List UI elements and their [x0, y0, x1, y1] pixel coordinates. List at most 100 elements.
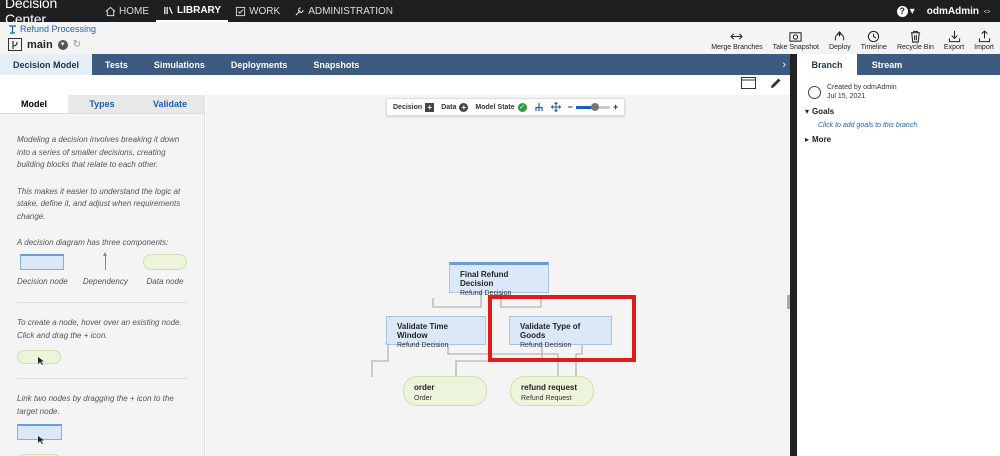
decision-node-final[interactable]: Final Refund Decision Refund Decision	[449, 262, 549, 297]
tab-branch[interactable]: Branch	[797, 54, 857, 75]
wrench-icon	[295, 6, 304, 16]
tab-stream[interactable]: Stream	[857, 54, 917, 75]
help-paragraph: This makes it easier to understand the l…	[17, 186, 181, 221]
legend-data-label: Data node	[146, 276, 184, 286]
created-info: Created by odmAdmin Jul 15, 2021	[808, 83, 992, 101]
export-label: Export	[943, 44, 965, 51]
decision-service-icon	[9, 24, 16, 34]
timeline-label: Timeline	[860, 44, 887, 51]
example-decision-node	[17, 424, 62, 444]
home-icon	[105, 6, 116, 16]
recycle-bin-label: Recycle Bin	[896, 44, 934, 51]
download-icon	[948, 30, 960, 43]
import-label: Import	[974, 44, 994, 51]
tab-decision-model[interactable]: Decision Model	[0, 54, 93, 75]
breadcrumb[interactable]: Refund Processing	[8, 24, 96, 34]
nav-library[interactable]: LIBRARY	[156, 0, 229, 22]
upload-icon	[978, 30, 990, 43]
splitter-handle[interactable]	[787, 295, 790, 309]
legend-dependency-label: Dependency	[82, 276, 128, 286]
nav-administration[interactable]: ADMINISTRATION	[287, 0, 400, 22]
help-icon: ?	[896, 5, 908, 17]
help-menu[interactable]: ? ▾	[896, 5, 915, 17]
created-date: Jul 15, 2021	[827, 93, 866, 100]
take-snapshot-label: Take Snapshot	[772, 44, 819, 51]
tab-deployments[interactable]: Deployments	[218, 54, 301, 75]
help-paragraph: To create a node, hover over an existing…	[17, 318, 182, 340]
help-paragraph: A decision diagram has three components:	[17, 238, 169, 247]
legend-decision-label: Decision node	[17, 276, 68, 286]
merge-branches-label: Merge Branches	[711, 44, 763, 51]
top-bar: Decision Center HOME LIBRARY WORK ADMINI…	[0, 0, 1000, 27]
tab-snapshots[interactable]: Snapshots	[300, 54, 372, 75]
chevron-down-icon: ▾	[909, 5, 915, 17]
legend-dependency-arrow	[102, 251, 107, 270]
tab-types[interactable]: Types	[68, 95, 136, 113]
cursor-icon	[38, 357, 44, 365]
nav-home-label: HOME	[119, 5, 149, 17]
window-icon[interactable]	[741, 77, 756, 89]
diagram-canvas[interactable]: Decision + Data + Model State ✓ − + Fina…	[206, 95, 790, 456]
trash-icon	[910, 30, 921, 43]
highlight-box	[488, 295, 636, 362]
decision-node-time-window[interactable]: Validate Time Window Refund Decision	[386, 316, 486, 349]
nav-home[interactable]: HOME	[98, 0, 156, 22]
right-tabs: Branch Stream	[797, 54, 1000, 75]
merge-branches-button[interactable]: Merge Branches	[711, 30, 763, 51]
panel-divider[interactable]	[790, 54, 797, 456]
timeline-button[interactable]: Timeline	[861, 30, 887, 51]
library-icon	[164, 6, 173, 14]
node-subtitle: Refund Request	[521, 395, 572, 402]
deploy-icon	[835, 31, 845, 41]
node-title: Validate Time Window	[397, 322, 448, 340]
clock-icon	[868, 30, 880, 43]
recycle-bin-button[interactable]: Recycle Bin	[897, 30, 934, 51]
node-subtitle: Refund Decision	[397, 342, 449, 349]
collapse-panel-icon[interactable]: ›	[782, 54, 790, 75]
chevron-down-icon: ▾	[805, 107, 810, 116]
import-button[interactable]: Import	[974, 30, 994, 51]
node-title: refund request	[521, 383, 578, 392]
user-name: odmAdmin	[926, 5, 979, 17]
branch-selector[interactable]: main ▾ ↻	[8, 38, 81, 51]
nav-library-label: LIBRARY	[177, 4, 222, 16]
node-subtitle: Order	[414, 395, 432, 402]
legend-decision-node	[20, 253, 65, 270]
user-icon	[808, 86, 821, 99]
tab-tests[interactable]: Tests	[92, 54, 141, 75]
legend-data-node	[143, 253, 187, 270]
example-data-node	[17, 350, 61, 365]
top-nav: HOME LIBRARY WORK ADMINISTRATION	[98, 0, 400, 22]
chevron-down-icon[interactable]: ▾	[57, 39, 68, 50]
more-section-toggle[interactable]: ▸ More	[805, 135, 992, 144]
pencil-icon[interactable]	[770, 77, 782, 89]
export-button[interactable]: Export	[944, 30, 964, 51]
tab-simulations[interactable]: Simulations	[141, 54, 218, 75]
tab-model[interactable]: Model	[0, 95, 68, 113]
nav-administration-label: ADMINISTRATION	[308, 5, 394, 17]
tab-validate[interactable]: Validate	[136, 95, 204, 113]
goals-section-toggle[interactable]: ▾ Goals	[805, 107, 992, 116]
take-snapshot-button[interactable]: Take Snapshot	[773, 30, 819, 51]
created-by: Created by odmAdmin	[827, 84, 897, 91]
deploy-label: Deploy	[828, 44, 851, 51]
refresh-icon[interactable]: ↻	[73, 39, 81, 50]
nav-work[interactable]: WORK	[228, 0, 287, 22]
merge-icon	[730, 33, 744, 40]
main-tabs: Decision Model Tests Simulations Deploym…	[0, 54, 790, 75]
branch-toolbar: Merge Branches Take Snapshot Deploy Time…	[711, 30, 994, 51]
camera-icon	[789, 32, 802, 42]
user-menu[interactable]: odmAdmin ⇔	[927, 6, 992, 17]
add-goals-link[interactable]: Click to add goals to this branch	[818, 122, 992, 129]
data-node-refund-request[interactable]: refund request Refund Request	[510, 376, 594, 406]
data-node-order[interactable]: order Order	[403, 376, 487, 406]
right-panel: Created by odmAdmin Jul 15, 2021 ▾ Goals…	[797, 75, 1000, 456]
branch-name: main	[27, 38, 53, 51]
left-panel: Model Types Validate Modeling a decision…	[0, 95, 205, 456]
branch-icon	[8, 38, 22, 51]
nav-work-label: WORK	[249, 5, 281, 17]
help-paragraph: Link two nodes by dragging the + icon to…	[17, 394, 174, 416]
help-paragraph: Modeling a decision involves breaking it…	[17, 135, 180, 169]
deploy-button[interactable]: Deploy	[829, 30, 851, 51]
diagram-legend: Decision node Dependency Data node	[17, 251, 187, 289]
